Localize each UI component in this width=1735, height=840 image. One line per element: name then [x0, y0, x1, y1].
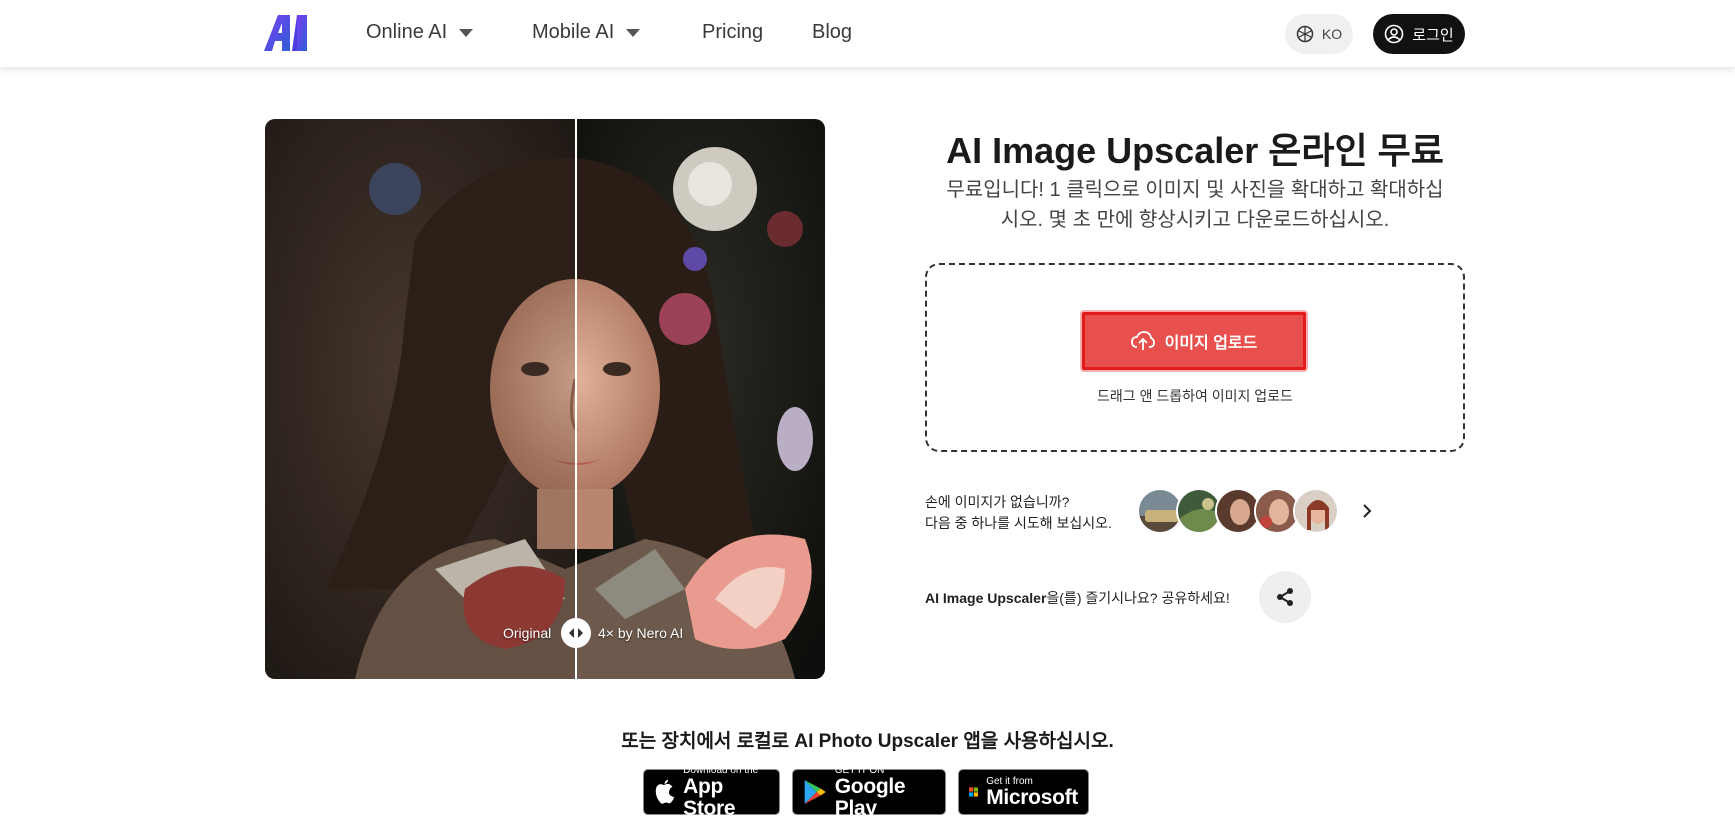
sample-image-portrait-3[interactable] — [1293, 488, 1339, 534]
google-play-icon — [804, 780, 826, 804]
enhanced-label: 4× by Nero AI — [598, 625, 684, 641]
samples-line-1: 손에 이미지가 없습니까? — [925, 494, 1070, 510]
google-play-small: GET IT ON — [834, 764, 885, 776]
top-navbar: Online AI Mobile AI Pricing Blog KO 로그인 — [0, 0, 1735, 68]
compare-handle[interactable] — [561, 618, 591, 648]
share-prompt: AI Image Upscaler을(를) 즐기시나요? 공유하세요! — [925, 588, 1230, 608]
language-label: KO — [1321, 26, 1343, 42]
share-button[interactable] — [1259, 571, 1311, 623]
share-prompt-bold: AI Image Upscaler — [925, 590, 1047, 606]
drop-hint-link[interactable]: 이미지 업로드 — [1212, 388, 1293, 404]
login-button[interactable]: 로그인 — [1373, 14, 1465, 54]
nav-blog[interactable]: Blog — [812, 21, 852, 44]
upload-image-button[interactable]: 이미지 업로드 — [1082, 312, 1306, 370]
site-logo[interactable] — [264, 15, 318, 51]
login-label: 로그인 — [1412, 26, 1454, 44]
nav-mobile-ai[interactable]: Mobile AI — [532, 21, 641, 44]
cloud-upload-icon — [1130, 331, 1155, 350]
nav-online-ai[interactable]: Online AI — [366, 21, 474, 44]
google-play-button[interactable]: GET IT ON Google Play — [792, 765, 946, 819]
apple-icon — [655, 779, 675, 804]
nav-pricing-label: Pricing — [702, 21, 764, 43]
microsoft-small: Get it from — [986, 775, 1033, 787]
microsoft-icon — [969, 787, 979, 797]
nav-pricing[interactable]: Pricing — [702, 21, 763, 44]
nav-mobile-ai-label: Mobile AI — [532, 21, 615, 43]
app-store-big: App Store — [683, 774, 736, 820]
chevron-down-icon — [626, 28, 641, 37]
language-selector[interactable]: KO — [1285, 14, 1353, 54]
google-play-big: Google Play — [834, 774, 906, 820]
chevron-down-icon — [459, 28, 474, 37]
subtitle-line-2: 시오. 몇 초 만에 향상시키고 다운로드하십시오. — [1000, 209, 1390, 231]
portrait-image — [265, 119, 825, 679]
app-store-small: Download on the — [683, 764, 759, 776]
user-icon — [1384, 24, 1404, 44]
share-icon — [1277, 588, 1293, 606]
app-store-button[interactable]: Download on the App Store — [643, 765, 780, 819]
local-app-prompt: 또는 장치에서 로컬로 AI Photo Upscaler 앱을 사용하십시오. — [621, 731, 1114, 752]
original-label: Original — [503, 625, 552, 641]
drop-hint-prefix: 드래그 앤 드롭하여 — [1097, 388, 1212, 404]
microsoft-store-button[interactable]: Get it from Microsoft — [958, 769, 1089, 815]
nav-online-ai-label: Online AI — [366, 21, 448, 43]
samples-line-2: 다음 중 하나를 시도해 보십시오. — [925, 515, 1112, 531]
subtitle-line-1: 무료입니다! 1 클릭으로 이미지 및 사진을 확대하고 확대하십 — [946, 179, 1444, 201]
drop-hint: 드래그 앤 드롭하여 이미지 업로드 — [925, 386, 1465, 406]
sample-images-prompt: 손에 이미지가 없습니까? 다음 중 하나를 시도해 보십시오. — [925, 492, 1112, 534]
page-subtitle: 무료입니다! 1 클릭으로 이미지 및 사진을 확대하고 확대하십 시오. 몇 … — [925, 175, 1465, 235]
samples-next-button[interactable] — [1357, 500, 1377, 522]
chevron-right-icon — [1363, 504, 1372, 518]
page-title: AI Image Upscaler 온라인 무료 — [946, 130, 1444, 171]
upload-button-label: 이미지 업로드 — [1164, 335, 1258, 352]
share-prompt-rest: 을(를) 즐기시나요? 공유하세요! — [1046, 590, 1230, 606]
nav-blog-label: Blog — [812, 21, 853, 43]
sample-thumbnail — [1295, 490, 1337, 532]
before-after-comparison[interactable] — [265, 119, 825, 679]
microsoft-big: Microsoft — [986, 785, 1078, 809]
logo-icon — [264, 15, 307, 51]
globe-icon — [1296, 25, 1314, 43]
